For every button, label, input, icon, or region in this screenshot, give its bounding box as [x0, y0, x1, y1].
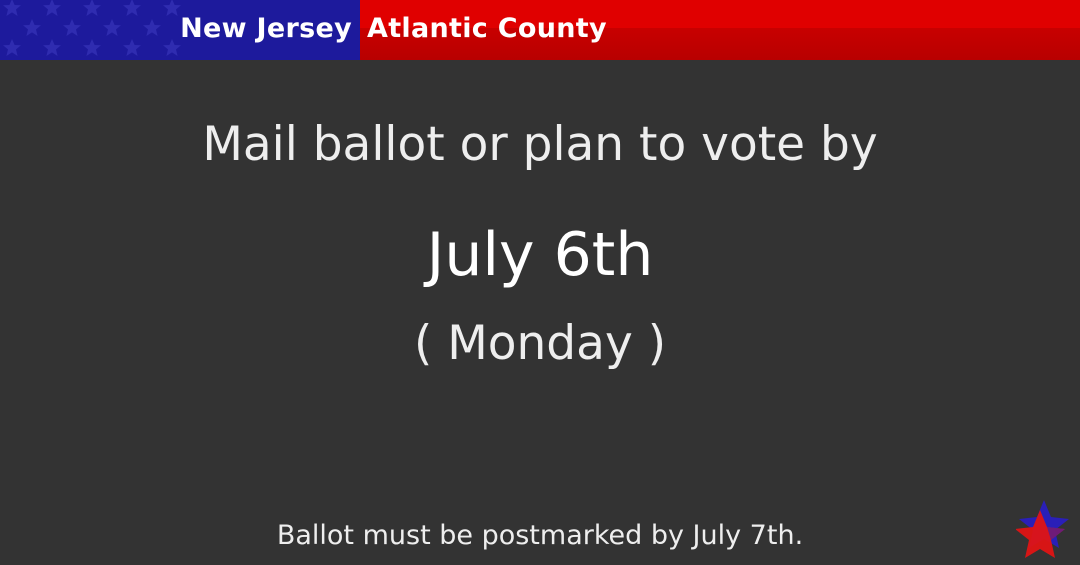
- headline: Mail ballot or plan to vote by: [202, 117, 878, 172]
- header-banner: New Jersey Atlantic County: [0, 0, 1080, 60]
- stars-pattern-icon: [3, 0, 181, 56]
- county-banner: Atlantic County: [360, 0, 1080, 60]
- state-name: New Jersey: [180, 13, 352, 44]
- deadline-date: July 6th: [426, 220, 654, 290]
- state-banner: New Jersey: [0, 0, 360, 60]
- deadline-weekday: ( Monday ): [413, 316, 667, 371]
- star-logo-icon: [1016, 500, 1069, 558]
- postmark-note: Ballot must be postmarked by July 7th.: [276, 520, 804, 551]
- county-name: Atlantic County: [367, 13, 607, 44]
